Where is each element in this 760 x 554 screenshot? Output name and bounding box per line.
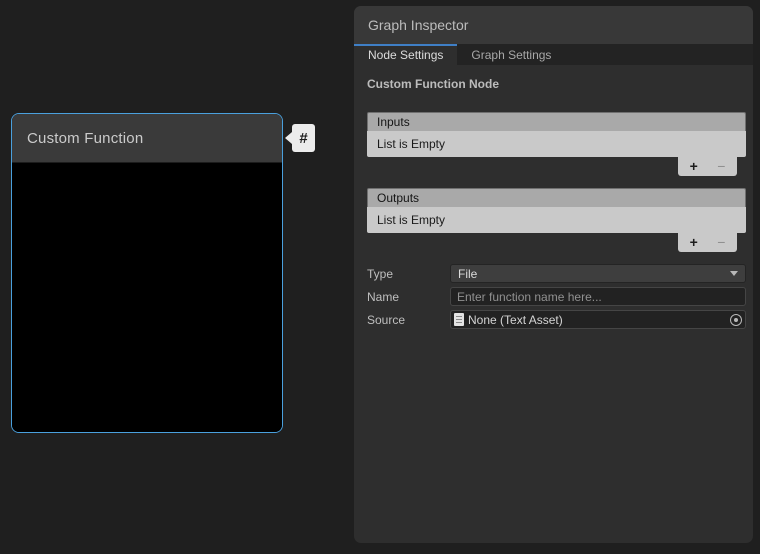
hash-icon: # <box>292 124 315 152</box>
inputs-list-title: Inputs <box>377 115 410 129</box>
type-dropdown-value: File <box>458 267 477 281</box>
node-preview-body <box>12 163 282 433</box>
outputs-list-footer: + − <box>367 233 746 252</box>
type-field-row: Type File <box>367 264 746 283</box>
type-dropdown[interactable]: File <box>450 264 746 283</box>
shader-graph-window: Custom Function # Graph Inspector Node S… <box>0 0 760 554</box>
inspector-tabbar: Node Settings Graph Settings <box>354 44 753 65</box>
inputs-footer-buttons: + − <box>678 157 737 176</box>
outputs-add-button[interactable]: + <box>682 234 706 251</box>
outputs-remove-button[interactable]: − <box>709 234 733 251</box>
text-asset-icon <box>454 313 464 326</box>
inputs-remove-button[interactable]: − <box>709 158 733 175</box>
source-object-value: None (Text Asset) <box>468 313 563 327</box>
source-object-field[interactable]: None (Text Asset) <box>450 310 746 329</box>
inputs-list-footer: + − <box>367 157 746 176</box>
object-picker-icon[interactable] <box>730 314 742 326</box>
inputs-add-button[interactable]: + <box>682 158 706 175</box>
source-field-row: Source None (Text Asset) <box>367 310 746 329</box>
outputs-list-title: Outputs <box>377 191 419 205</box>
outputs-empty-label: List is Empty <box>377 213 445 227</box>
outputs-list-empty-row: List is Empty <box>367 207 746 233</box>
tab-graph-settings[interactable]: Graph Settings <box>457 44 565 65</box>
outputs-list: Outputs List is Empty + − <box>367 188 746 252</box>
function-name-input[interactable] <box>450 287 746 306</box>
panel-title: Graph Inspector <box>368 17 468 33</box>
source-label: Source <box>367 313 450 327</box>
chevron-down-icon <box>730 271 738 276</box>
node-hash-badge[interactable]: # <box>285 124 315 152</box>
outputs-list-header: Outputs <box>367 188 746 207</box>
graph-inspector-panel: Graph Inspector Node Settings Graph Sett… <box>354 6 753 543</box>
panel-header[interactable]: Graph Inspector <box>354 6 753 44</box>
inspector-content: Custom Function Node Inputs List is Empt… <box>354 65 753 329</box>
inputs-list-header: Inputs <box>367 112 746 131</box>
name-label: Name <box>367 290 450 304</box>
custom-function-node[interactable]: Custom Function <box>11 113 283 433</box>
tab-node-settings[interactable]: Node Settings <box>354 44 457 65</box>
inputs-list-empty-row: List is Empty <box>367 131 746 157</box>
inputs-list: Inputs List is Empty + − <box>367 112 746 176</box>
name-field-row: Name <box>367 287 746 306</box>
outputs-footer-buttons: + − <box>678 233 737 252</box>
inputs-empty-label: List is Empty <box>377 137 445 151</box>
node-title: Custom Function <box>27 130 143 147</box>
badge-pointer <box>285 132 292 144</box>
node-title-bar[interactable]: Custom Function <box>12 114 282 163</box>
type-label: Type <box>367 267 450 281</box>
node-settings-heading: Custom Function Node <box>367 77 746 91</box>
